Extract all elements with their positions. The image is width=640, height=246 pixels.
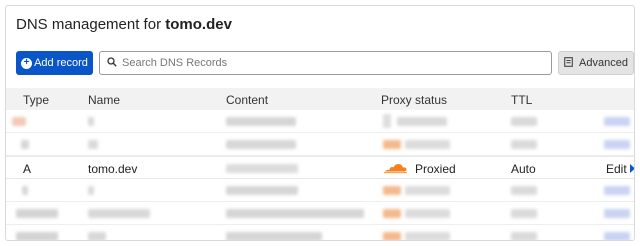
table-row-redacted [6,179,634,202]
search-input[interactable] [122,57,522,69]
table-row-redacted [6,225,634,240]
advanced-button[interactable]: Advanced [558,51,634,75]
table-row-redacted [6,133,634,156]
advanced-label: Advanced [579,57,628,69]
add-record-label: Add record [34,57,88,69]
plus-circle-icon: + [21,57,33,69]
edit-link[interactable]: Edit [606,162,634,176]
edit-label: Edit [606,162,627,176]
proxy-status-text: Proxied [415,162,456,176]
document-icon [564,56,573,70]
record-name: tomo.dev [88,162,138,176]
add-record-button[interactable]: + Add record [16,51,93,75]
column-ttl: TTL [511,93,533,107]
title-prefix: DNS management for [16,16,162,33]
table-row[interactable]: A tomo.dev Proxied Auto Edit [6,156,634,179]
proxied-cloud-icon [383,160,408,177]
search-field[interactable] [99,51,552,75]
page-title: DNS management for tomo.dev [16,16,232,33]
column-name: Name [88,93,121,107]
title-domain: tomo.dev [165,16,232,33]
table-header: Type Name Content Proxy status TTL [6,88,634,110]
ttl-value: Auto [511,162,536,176]
table-row-redacted [6,202,634,225]
column-type: Type [23,93,50,107]
column-proxy-status: Proxy status [381,93,448,107]
record-type: A [23,162,32,176]
caret-right-icon [629,162,634,176]
table-row-redacted [6,110,634,133]
search-icon [107,56,117,70]
column-content: Content [226,93,269,107]
dns-management-panel: DNS management for tomo.dev + Add record… [5,5,635,241]
